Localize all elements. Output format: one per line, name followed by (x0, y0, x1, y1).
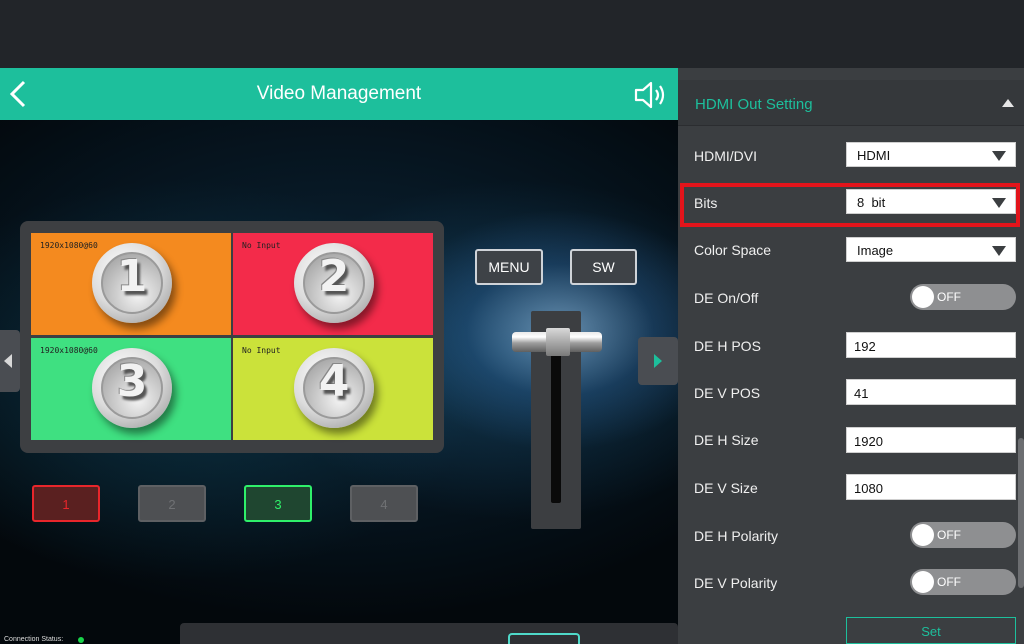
tile-number-badge: 3 (92, 348, 172, 428)
tile-resolution: No Input (242, 346, 281, 355)
fader-handle[interactable] (512, 328, 602, 356)
panel-scrollbar[interactable] (1018, 438, 1024, 588)
monitor-tile[interactable]: No Input 2 (233, 233, 433, 335)
color-space-value: Image (857, 243, 894, 258)
tile-resolution: 1920x1080@60 (40, 346, 98, 355)
channel-button-3[interactable]: 3 (244, 485, 312, 522)
bits-label: Bits (694, 195, 718, 211)
tile-number-badge: 2 (294, 243, 374, 323)
header-bar: Video Management (0, 68, 678, 120)
de-v-size-input[interactable]: 1080 (846, 474, 1016, 500)
monitor-tile[interactable]: No Input 4 (233, 338, 433, 440)
menu-button[interactable]: MENU (475, 249, 543, 285)
app-root: Video Management 1920x1080@60 1 No Input… (0, 0, 1024, 644)
dropdown-arrow-icon (992, 246, 1006, 256)
de-v-polarity-toggle[interactable]: OFF (910, 569, 1016, 595)
right-expand-tab[interactable] (638, 337, 678, 385)
connection-status-dot (78, 637, 84, 643)
hdmi-dvi-select[interactable]: HDMI (846, 142, 1016, 167)
tile-resolution: No Input (242, 241, 281, 250)
de-v-pos-input[interactable]: 41 (846, 379, 1016, 405)
toggle-state: OFF (937, 528, 961, 542)
bottom-tab[interactable] (508, 633, 580, 644)
left-arrow-icon (4, 354, 12, 368)
channel-button-4[interactable]: 4 (350, 485, 418, 522)
bits-select[interactable]: 8 bit (846, 189, 1016, 214)
monitor-tile[interactable]: 1920x1080@60 1 (31, 233, 231, 335)
de-on-off-toggle[interactable]: OFF (910, 284, 1016, 310)
de-h-size-label: DE H Size (694, 432, 759, 448)
channel-button-2[interactable]: 2 (138, 485, 206, 522)
speaker-icon[interactable] (634, 80, 668, 110)
tile-number: 2 (318, 251, 350, 302)
de-h-polarity-label: DE H Polarity (694, 528, 779, 544)
connection-status-label: Connection Status: (4, 636, 64, 643)
section-header-hdmi-out[interactable]: HDMI Out Setting (678, 80, 1024, 126)
left-expand-tab[interactable] (0, 330, 20, 392)
de-h-polarity-toggle[interactable]: OFF (910, 522, 1016, 548)
channel-button-1[interactable]: 1 (32, 485, 100, 522)
tile-number: 1 (116, 251, 148, 302)
tile-number: 3 (116, 356, 148, 407)
fader-slot (551, 353, 561, 503)
sw-button[interactable]: SW (570, 249, 637, 285)
toggle-state: OFF (937, 575, 961, 589)
tile-number: 4 (318, 356, 350, 407)
dropdown-arrow-icon (992, 151, 1006, 161)
top-bar (0, 0, 1024, 68)
color-space-select[interactable]: Image (846, 237, 1016, 262)
set-button[interactable]: Set (846, 617, 1016, 644)
tile-number-badge: 1 (92, 243, 172, 323)
tile-number-badge: 4 (294, 348, 374, 428)
settings-panel: HDMI Out Setting HDMI/DVI HDMI Bits 8 bi… (678, 68, 1024, 644)
de-v-size-label: DE V Size (694, 480, 758, 496)
toggle-state: OFF (937, 290, 961, 304)
monitor-tile[interactable]: 1920x1080@60 3 (31, 338, 231, 440)
de-h-pos-input[interactable]: 192 (846, 332, 1016, 358)
de-on-off-label: DE On/Off (694, 290, 759, 306)
de-h-size-input[interactable]: 1920 (846, 427, 1016, 453)
page-title: Video Management (256, 83, 422, 104)
monitor-preview: 1920x1080@60 1 No Input 2 1920x1080@60 3… (20, 221, 444, 453)
right-arrow-icon (654, 354, 662, 368)
section-title: HDMI Out Setting (695, 96, 813, 113)
dropdown-arrow-icon (992, 198, 1006, 208)
hdmi-dvi-label: HDMI/DVI (694, 148, 757, 164)
hdmi-dvi-value: HDMI (857, 148, 891, 163)
de-v-polarity-label: DE V Polarity (694, 575, 778, 591)
color-space-label: Color Space (694, 242, 772, 258)
de-v-pos-label: DE V POS (694, 385, 761, 401)
bits-value: 8 bit (857, 195, 886, 210)
collapse-caret-icon (1002, 99, 1014, 107)
bottom-bar (180, 623, 678, 644)
tile-resolution: 1920x1080@60 (40, 241, 98, 250)
de-h-pos-label: DE H POS (694, 338, 761, 354)
